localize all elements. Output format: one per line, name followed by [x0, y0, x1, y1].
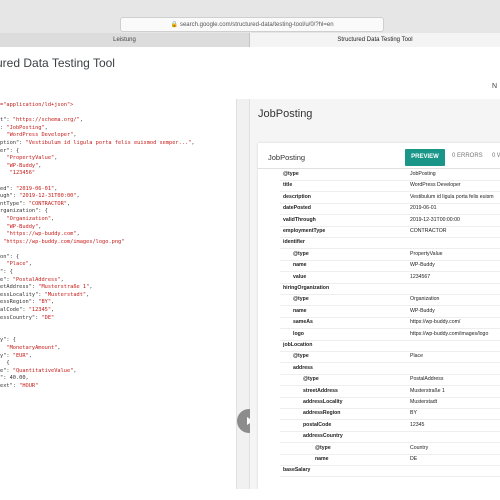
row-divider: [280, 476, 500, 478]
table-row[interactable]: identifier: [0, 237, 500, 248]
app-title: ured Data Testing Tool: [0, 56, 115, 70]
row-value: WP-Buddy: [410, 262, 435, 269]
row-key: address: [293, 364, 313, 371]
row-key: @type: [283, 171, 299, 177]
row-key: addressCountry: [303, 433, 343, 440]
table-row[interactable]: @type JobPosting: [0, 169, 500, 180]
row-value: PostalAddress: [410, 376, 444, 383]
row-value: 2019-06-01: [410, 205, 437, 212]
table-row[interactable]: @type Place: [0, 351, 500, 362]
preview-button[interactable]: PREVIEW: [405, 149, 445, 166]
row-value: 1234567: [410, 273, 431, 280]
row-value: JobPosting: [410, 171, 436, 177]
row-key: identifier: [283, 239, 305, 246]
row-key: hiringOrganization: [283, 285, 330, 291]
row-key: @type: [315, 444, 331, 451]
row-key: addressRegion: [303, 410, 341, 417]
row-value: 12345: [410, 421, 425, 428]
table-row[interactable]: description Vestibulum id ligula porta fe…: [0, 192, 500, 203]
table-row[interactable]: hiringOrganization: [0, 283, 500, 294]
table-row[interactable]: @type Country: [0, 443, 500, 454]
lock-icon: 🔒: [170, 22, 178, 28]
row-key: addressLocality: [303, 399, 343, 405]
address-bar[interactable]: 🔒 search.google.com/structured-data/testi…: [120, 17, 384, 32]
bottom-strip: [0, 489, 500, 500]
table-row[interactable]: addressRegion BY: [0, 408, 500, 419]
table-row[interactable]: validThrough 2019-12-31T00:00:00: [0, 215, 500, 226]
tab-leistung[interactable]: Leistung: [0, 33, 250, 47]
table-row[interactable]: @type Organization: [0, 294, 500, 305]
row-key: jobLocation: [283, 342, 313, 348]
row-value: Organization: [410, 296, 440, 303]
row-value: PropertyValue: [410, 250, 443, 257]
table-row[interactable]: addressCountry: [0, 431, 500, 442]
table-row[interactable]: address: [0, 363, 500, 374]
tab-structured-data[interactable]: Structured Data Testing Tool: [250, 33, 500, 47]
row-key: baseSalary: [283, 467, 311, 474]
table-row[interactable]: @type PostalAddress: [0, 374, 500, 385]
row-value: https://wp-buddy.com/: [410, 319, 461, 326]
row-value: Place: [410, 353, 423, 360]
row-value: 2019-12-31T00:00:00: [410, 216, 460, 223]
row-key: name: [315, 456, 329, 462]
header-right-text[interactable]: N: [492, 83, 497, 90]
row-value: Country: [410, 444, 429, 451]
row-key: value: [293, 273, 307, 280]
url-text: search.google.com/structured-data/testin…: [179, 22, 334, 28]
table-row[interactable]: baseSalary: [0, 465, 500, 476]
row-key: @type: [293, 296, 309, 303]
row-key: postalCode: [303, 421, 332, 428]
row-key: name: [293, 262, 307, 269]
row-key: sameAs: [293, 319, 313, 326]
row-value: Musterstraße 1: [410, 387, 445, 394]
row-key: datePosted: [283, 205, 311, 212]
row-key: @type: [293, 250, 309, 257]
row-key: validThrough: [283, 216, 316, 223]
row-key: logo: [293, 330, 304, 337]
row-value: BY: [410, 410, 417, 417]
row-key: name: [293, 307, 307, 314]
row-value: WP-Buddy: [410, 307, 435, 314]
table-row[interactable]: value 1234567: [0, 272, 500, 283]
row-value: https://wp-buddy.com/images/logo: [410, 330, 489, 337]
table-row[interactable]: streetAddress Musterstraße 1: [0, 386, 500, 397]
table-row[interactable]: postalCode 12345: [0, 420, 500, 431]
table-row[interactable]: name DE: [0, 454, 500, 465]
errors-count[interactable]: 0 ERRORS: [452, 153, 483, 159]
row-value: Vestibulum id ligula porta felis euism: [410, 193, 494, 200]
row-value: WordPress Developer: [410, 182, 461, 189]
results-title[interactable]: JobPosting: [258, 108, 312, 120]
table-row[interactable]: title WordPress Developer: [0, 180, 500, 191]
table-row[interactable]: jobLocation: [0, 340, 500, 351]
table-row[interactable]: @type PropertyValue: [0, 249, 500, 260]
table-row[interactable]: name WP-Buddy: [0, 306, 500, 317]
card-title[interactable]: JobPosting: [268, 153, 305, 162]
row-value: DE: [410, 456, 418, 462]
warnings-count[interactable]: 0 W: [492, 153, 500, 159]
row-key: @type: [303, 376, 319, 383]
table-row[interactable]: addressLocality Musterstadt: [0, 397, 500, 408]
row-key: title: [283, 182, 293, 189]
table-row[interactable]: sameAs https://wp-buddy.com/: [0, 317, 500, 328]
row-key: @type: [293, 353, 309, 360]
row-value: Musterstadt: [410, 399, 438, 405]
table-row[interactable]: employmentType CONTRACTOR: [0, 226, 500, 237]
row-key: description: [283, 193, 311, 200]
table-row[interactable]: name WP-Buddy: [0, 260, 500, 271]
row-key: employmentType: [283, 228, 326, 234]
row-key: streetAddress: [303, 387, 338, 394]
table-row[interactable]: logo https://wp-buddy.com/images/logo: [0, 329, 500, 340]
table-row[interactable]: datePosted 2019-06-01: [0, 203, 500, 214]
row-value: CONTRACTOR: [410, 228, 447, 234]
app-header: ured Data Testing Tool N: [0, 47, 500, 100]
